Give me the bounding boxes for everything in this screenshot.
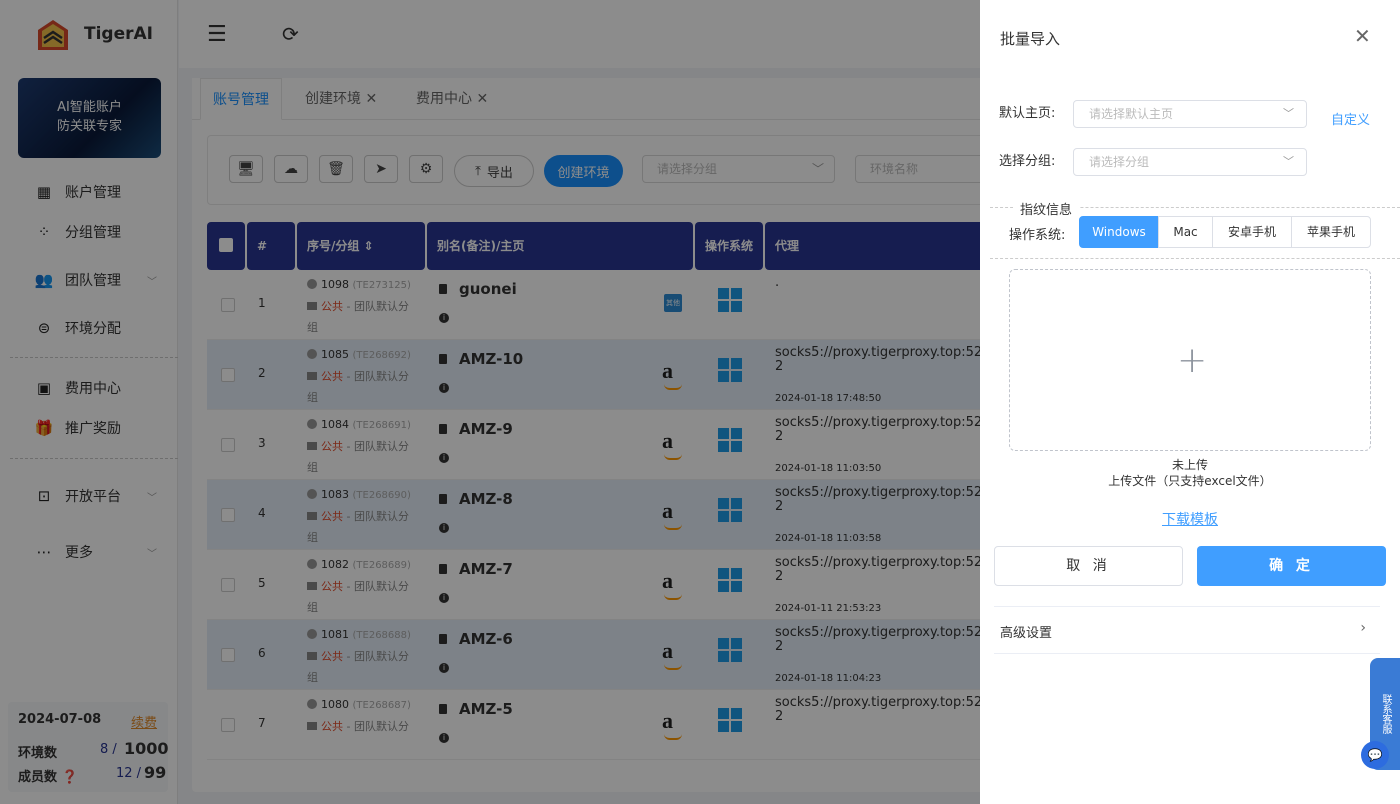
chevron-down-icon: ﹀ (1283, 107, 1294, 120)
advanced-settings[interactable]: 高级设置 › (994, 606, 1380, 654)
upload-status: 未上传 (1171, 458, 1208, 472)
drawer-title: 批量导入 (1000, 30, 1061, 48)
advanced-settings-label: 高级设置 (1000, 626, 1053, 641)
os-option-windows[interactable]: Windows (1079, 216, 1159, 248)
upload-hint: 上传文件（只支持excel文件） (1108, 474, 1272, 488)
os-option-ios[interactable]: 苹果手机 (1291, 216, 1371, 248)
close-icon[interactable]: ✕ (1354, 24, 1371, 48)
group-select-drawer[interactable]: 请选择分组 ﹀ (1073, 148, 1307, 176)
chevron-right-icon: › (1360, 620, 1366, 636)
plus-icon[interactable]: + (1177, 340, 1207, 381)
confirm-button[interactable]: 确 定 (1197, 546, 1386, 586)
chat-icon[interactable]: 💬 (1361, 741, 1389, 769)
cancel-button[interactable]: 取 消 (994, 546, 1183, 586)
custom-link[interactable]: 自定义 (1331, 109, 1370, 128)
default-home-label: 默认主页: (999, 106, 1056, 121)
fingerprint-title: 指纹信息 (1013, 199, 1080, 218)
modal-overlay[interactable] (0, 0, 980, 804)
os-option-mac[interactable]: Mac (1158, 216, 1213, 248)
download-template-link[interactable]: 下载模板 (1009, 509, 1371, 529)
fingerprint-divider-bottom (990, 258, 1400, 259)
os-option-android[interactable]: 安卓手机 (1212, 216, 1292, 248)
default-home-select[interactable]: 请选择默认主页 ﹀ (1073, 100, 1307, 128)
os-label: 操作系统: (1009, 228, 1066, 243)
group-label: 选择分组: (999, 154, 1056, 169)
chevron-down-icon: ﹀ (1283, 155, 1294, 168)
